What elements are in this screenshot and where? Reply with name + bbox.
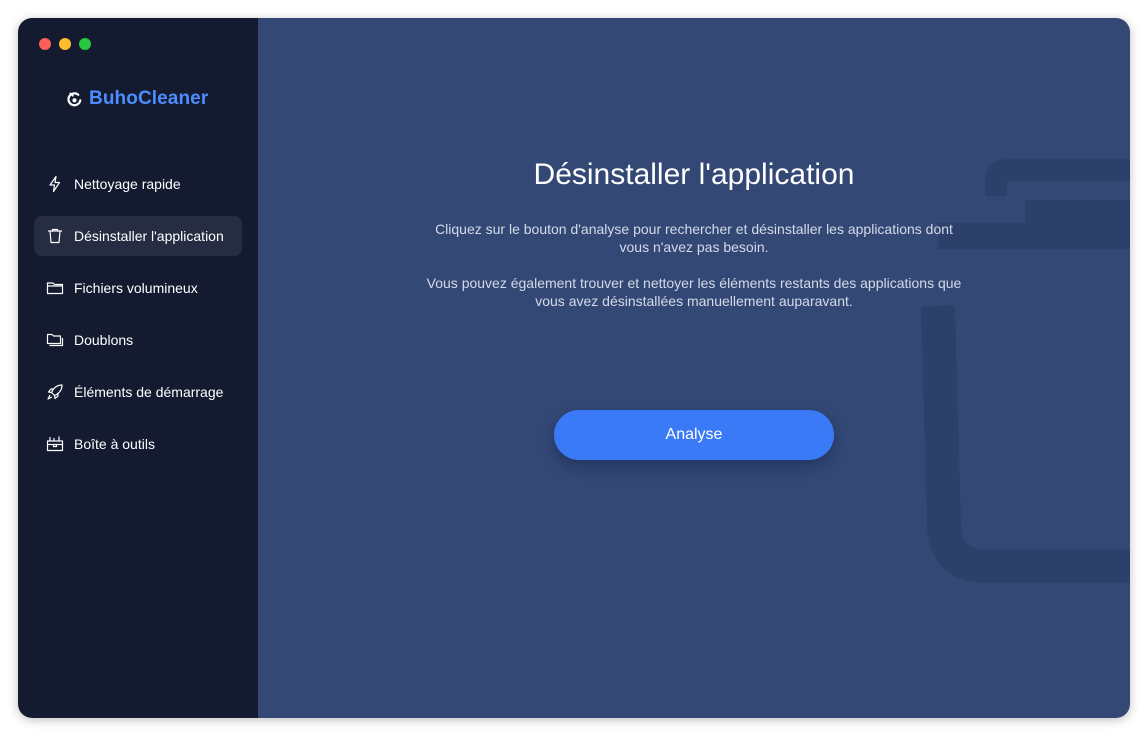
sidebar-item-label: Fichiers volumineux (74, 280, 198, 296)
sidebar: BuhoCleaner Nettoyage rapide Désinstalle… (18, 18, 258, 718)
folder-icon (46, 279, 64, 297)
sidebar-item-boite-outils[interactable]: Boîte à outils (34, 424, 242, 464)
sidebar-item-doublons[interactable]: Doublons (34, 320, 242, 360)
toolbox-icon (46, 435, 64, 453)
brand: BuhoCleaner (66, 88, 208, 110)
lightning-icon (46, 175, 64, 193)
app-name: BuhoCleaner (89, 88, 209, 109)
intro-section: Désinstaller l'application Cliquez sur l… (258, 158, 1130, 310)
app-window: BuhoCleaner Nettoyage rapide Désinstalle… (18, 18, 1130, 718)
trash-icon (46, 227, 64, 245)
sidebar-item-fichiers-volumineux[interactable]: Fichiers volumineux (34, 268, 242, 308)
sidebar-item-label: Nettoyage rapide (74, 176, 181, 192)
folders-icon (46, 331, 64, 349)
sidebar-item-label: Désinstaller l'application (74, 228, 224, 244)
sidebar-item-elements-demarrage[interactable]: Éléments de démarrage (34, 372, 242, 412)
minimize-window-button[interactable] (59, 38, 71, 50)
sidebar-item-label: Boîte à outils (74, 436, 155, 452)
rocket-icon (46, 383, 64, 401)
sidebar-item-label: Éléments de démarrage (74, 384, 224, 400)
close-window-button[interactable] (39, 38, 51, 50)
sidebar-nav: Nettoyage rapide Désinstaller l'applicat… (34, 164, 242, 476)
description-paragraph-secondary: Vous pouvez également trouver et nettoye… (426, 275, 962, 309)
description-paragraph: Cliquez sur le bouton d'analyse pour rec… (435, 221, 953, 255)
sidebar-item-nettoyage-rapide[interactable]: Nettoyage rapide (34, 164, 242, 204)
main-panel: Désinstaller l'application Cliquez sur l… (258, 18, 1130, 718)
page-title: Désinstaller l'application (533, 158, 855, 191)
maximize-window-button[interactable] (79, 38, 91, 50)
sidebar-item-label: Doublons (74, 332, 134, 348)
sidebar-item-desinstaller[interactable]: Désinstaller l'application (34, 216, 242, 256)
window-controls (39, 38, 91, 50)
owl-logo-icon (67, 91, 82, 106)
analyse-button[interactable]: Analyse (554, 410, 834, 460)
